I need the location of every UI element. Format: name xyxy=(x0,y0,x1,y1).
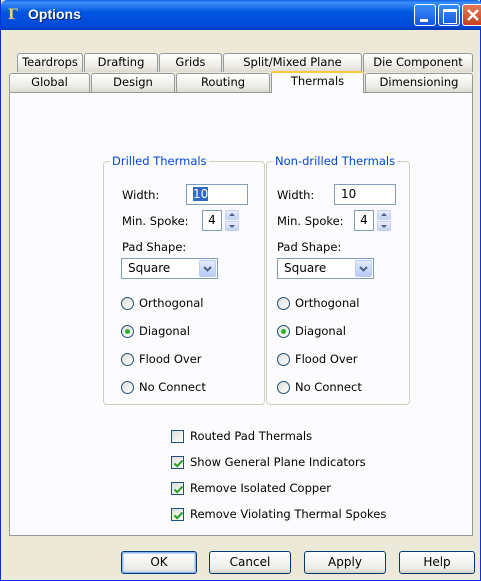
nondrilled-radio-no-connect[interactable] xyxy=(277,381,290,394)
dropdown-arrow[interactable] xyxy=(199,260,216,277)
group-title: Non-drilled Thermals xyxy=(273,154,398,168)
nondrilled-radio-orthogonal[interactable] xyxy=(277,297,290,310)
close-icon xyxy=(467,9,479,21)
nondrilled-width-input[interactable]: 10 xyxy=(334,184,396,205)
pad-shape-value: Square xyxy=(284,261,327,275)
drilled-thermals-group: Drilled Thermals Width: 10 Min. Spoke: 4… xyxy=(103,154,265,405)
spin-down-icon[interactable] xyxy=(377,221,391,231)
radio-label: No Connect xyxy=(139,380,206,394)
radio-label: Diagonal xyxy=(139,324,190,338)
options-dialog: Γ Options Teardrops Drafting Grids Split… xyxy=(0,0,481,581)
tab-teardrops[interactable]: Teardrops xyxy=(17,53,83,72)
radio-label: Orthogonal xyxy=(139,296,204,310)
close-button[interactable] xyxy=(462,4,481,26)
tab-split-mixed-plane[interactable]: Split/Mixed Plane xyxy=(223,53,362,72)
drilled-spoke-input[interactable]: 4 xyxy=(202,210,222,231)
nondrilled-spoke-spinner[interactable] xyxy=(377,210,391,231)
remove-violating-thermal-spokes-checkbox[interactable] xyxy=(171,508,184,521)
checkbox-label: Remove Violating Thermal Spokes xyxy=(190,507,387,521)
width-label: Width: xyxy=(122,188,160,202)
nondrilled-radio-diagonal[interactable] xyxy=(277,325,290,338)
tab-design[interactable]: Design xyxy=(91,73,175,92)
ok-button[interactable]: OK xyxy=(121,551,197,574)
app-icon: Γ xyxy=(8,7,18,23)
drilled-radio-orthogonal[interactable] xyxy=(121,297,134,310)
width-label: Width: xyxy=(277,188,315,202)
drilled-spoke-spinner[interactable] xyxy=(225,210,239,231)
spin-down-icon[interactable] xyxy=(225,221,239,231)
drilled-width-input[interactable]: 10 xyxy=(186,184,248,205)
routed-pad-thermals-checkbox[interactable] xyxy=(171,430,184,443)
drilled-pad-shape-select[interactable]: Square xyxy=(121,258,218,279)
checkbox-label: Remove Isolated Copper xyxy=(190,481,331,495)
nondrilled-pad-shape-select[interactable]: Square xyxy=(277,258,374,279)
group-title: Drilled Thermals xyxy=(110,154,209,168)
nondrilled-radio-flood-over[interactable] xyxy=(277,353,290,366)
radio-label: Orthogonal xyxy=(295,296,360,310)
drilled-radio-diagonal[interactable] xyxy=(121,325,134,338)
radio-label: Diagonal xyxy=(295,324,346,338)
window-title: Options xyxy=(28,6,81,22)
title-bar[interactable]: Γ Options xyxy=(1,0,481,30)
min-spoke-label: Min. Spoke: xyxy=(122,214,189,228)
remove-isolated-copper-checkbox[interactable] xyxy=(171,482,184,495)
tab-thermals[interactable]: Thermals xyxy=(271,71,364,93)
help-button[interactable]: Help xyxy=(399,551,475,574)
tab-die-component[interactable]: Die Component xyxy=(363,53,473,72)
thermals-panel: Drilled Thermals Width: 10 Min. Spoke: 4… xyxy=(9,92,473,536)
nondrilled-spoke-input[interactable]: 4 xyxy=(354,210,374,231)
tab-global[interactable]: Global xyxy=(9,73,90,92)
chevron-down-icon xyxy=(359,266,368,272)
checkmark-icon xyxy=(173,511,184,520)
maximize-button[interactable] xyxy=(438,4,460,26)
drilled-radio-flood-over[interactable] xyxy=(121,353,134,366)
minimize-button[interactable] xyxy=(414,4,436,26)
tab-drafting[interactable]: Drafting xyxy=(84,53,158,72)
checkbox-label: Show General Plane Indicators xyxy=(190,455,366,469)
tab-grids[interactable]: Grids xyxy=(159,53,222,72)
checkmark-icon xyxy=(173,459,184,468)
pad-shape-label: Pad Shape: xyxy=(122,240,187,254)
non-drilled-thermals-group: Non-drilled Thermals Width: 10 Min. Spok… xyxy=(266,154,410,405)
checkbox-label: Routed Pad Thermals xyxy=(190,429,313,443)
chevron-down-icon xyxy=(203,266,212,272)
show-general-plane-indicators-checkbox[interactable] xyxy=(171,456,184,469)
width-value: 10 xyxy=(193,187,209,201)
radio-label: No Connect xyxy=(295,380,362,394)
min-spoke-label: Min. Spoke: xyxy=(277,214,344,228)
tab-dimensioning[interactable]: Dimensioning xyxy=(365,73,473,92)
dropdown-arrow[interactable] xyxy=(355,260,372,277)
spin-up-icon[interactable] xyxy=(225,210,239,220)
pad-shape-label: Pad Shape: xyxy=(277,240,342,254)
pad-shape-value: Square xyxy=(128,261,171,275)
drilled-radio-no-connect[interactable] xyxy=(121,381,134,394)
checkmark-icon xyxy=(173,485,184,494)
radio-label: Flood Over xyxy=(295,352,358,366)
spin-up-icon[interactable] xyxy=(377,210,391,220)
radio-label: Flood Over xyxy=(139,352,202,366)
cancel-button[interactable]: Cancel xyxy=(209,551,291,574)
tab-routing[interactable]: Routing xyxy=(176,73,270,92)
apply-button[interactable]: Apply xyxy=(304,551,386,574)
